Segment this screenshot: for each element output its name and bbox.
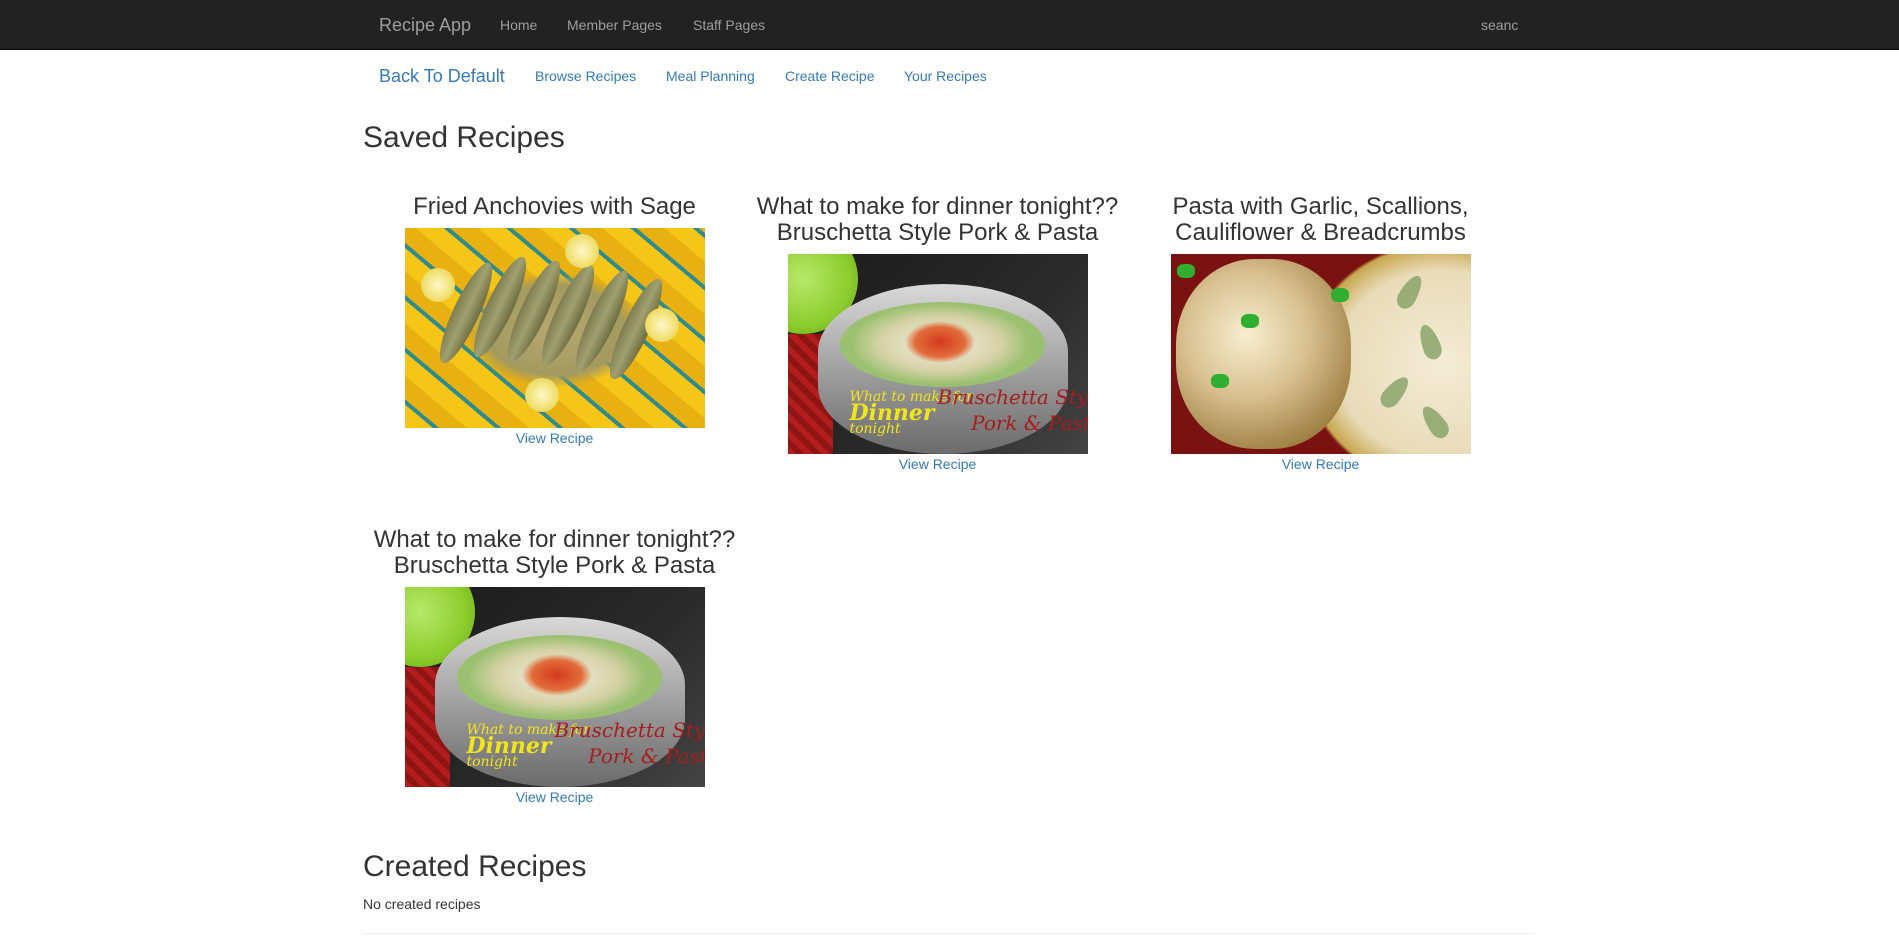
food-shape [456,635,662,720]
nav-staff-pages[interactable]: Staff Pages [693,17,765,33]
pasta-shape [1175,259,1351,449]
scallion-shape [1176,264,1195,278]
view-recipe-link[interactable]: View Recipe [899,456,977,472]
lemon-shape [524,378,559,412]
recipe-card: Pasta with Garlic, Scallions, Cauliflowe… [1129,194,1512,474]
recipe-title: Fried Anchovies with Sage [413,193,696,220]
lemon-shape [420,268,455,302]
leaf-shape [1392,271,1427,313]
nav-member-pages[interactable]: Member Pages [567,17,662,33]
back-to-default-link[interactable]: Back To Default [379,65,505,87]
caption-line: Pork & Pasta [588,744,704,768]
recipe-card: What to make for dinner tonight?? Brusch… [746,194,1129,474]
view-recipe-link[interactable]: View Recipe [1282,456,1360,472]
photo-caption-red: Bruschetta Style Pork & Pasta [555,717,705,769]
top-navbar: Recipe App Home Member Pages Staff Pages… [0,0,1899,50]
view-recipe-link[interactable]: View Recipe [516,789,594,805]
section-divider [363,933,1534,934]
user-menu[interactable]: seanc [1481,17,1518,33]
recipe-image-pasta[interactable] [1170,254,1471,454]
recipe-title: What to make for dinner tonight?? Brusch… [756,193,1119,246]
leaf-shape [1414,322,1445,362]
recipe-image-anchovies[interactable] [404,228,705,428]
food-shape [839,302,1045,387]
caption-line: Pork & Pasta [971,411,1087,435]
create-recipe-link[interactable]: Create Recipe [785,68,875,84]
recipe-image-bruschetta[interactable]: What to make for Dinner tonight Bruschet… [787,254,1088,454]
view-recipe-link[interactable]: View Recipe [516,430,594,446]
leaf-shape [1416,402,1453,442]
empty-created-message: No created recipes [363,896,481,912]
created-recipes-heading: Created Recipes [363,850,587,883]
nav-home[interactable]: Home [500,17,537,33]
lemon-shape [644,308,679,342]
recipe-card: Fried Anchovies with Sage View Recipe [363,194,746,448]
saved-recipes-heading: Saved Recipes [363,121,565,154]
leaf-shape [1376,372,1413,412]
brand-link[interactable]: Recipe App [379,15,471,35]
recipe-title: Pasta with Garlic, Scallions, Cauliflowe… [1172,193,1469,246]
your-recipes-link[interactable]: Your Recipes [904,68,987,84]
recipe-title: What to make for dinner tonight?? Brusch… [373,526,736,579]
lemon-shape [564,234,599,268]
caption-line: Bruschetta Style [554,718,705,742]
browse-recipes-link[interactable]: Browse Recipes [535,68,636,84]
recipe-card: What to make for dinner tonight?? Brusch… [363,527,746,807]
scallion-shape [1330,288,1349,302]
scallion-shape [1210,374,1229,388]
caption-line: Bruschetta Style [937,385,1088,409]
photo-caption-red: Bruschetta Style Pork & Pasta [938,384,1088,436]
meal-planning-link[interactable]: Meal Planning [666,68,755,84]
recipe-image-bruschetta[interactable]: What to make for Dinner tonight Bruschet… [404,587,705,787]
scallion-shape [1240,314,1259,328]
